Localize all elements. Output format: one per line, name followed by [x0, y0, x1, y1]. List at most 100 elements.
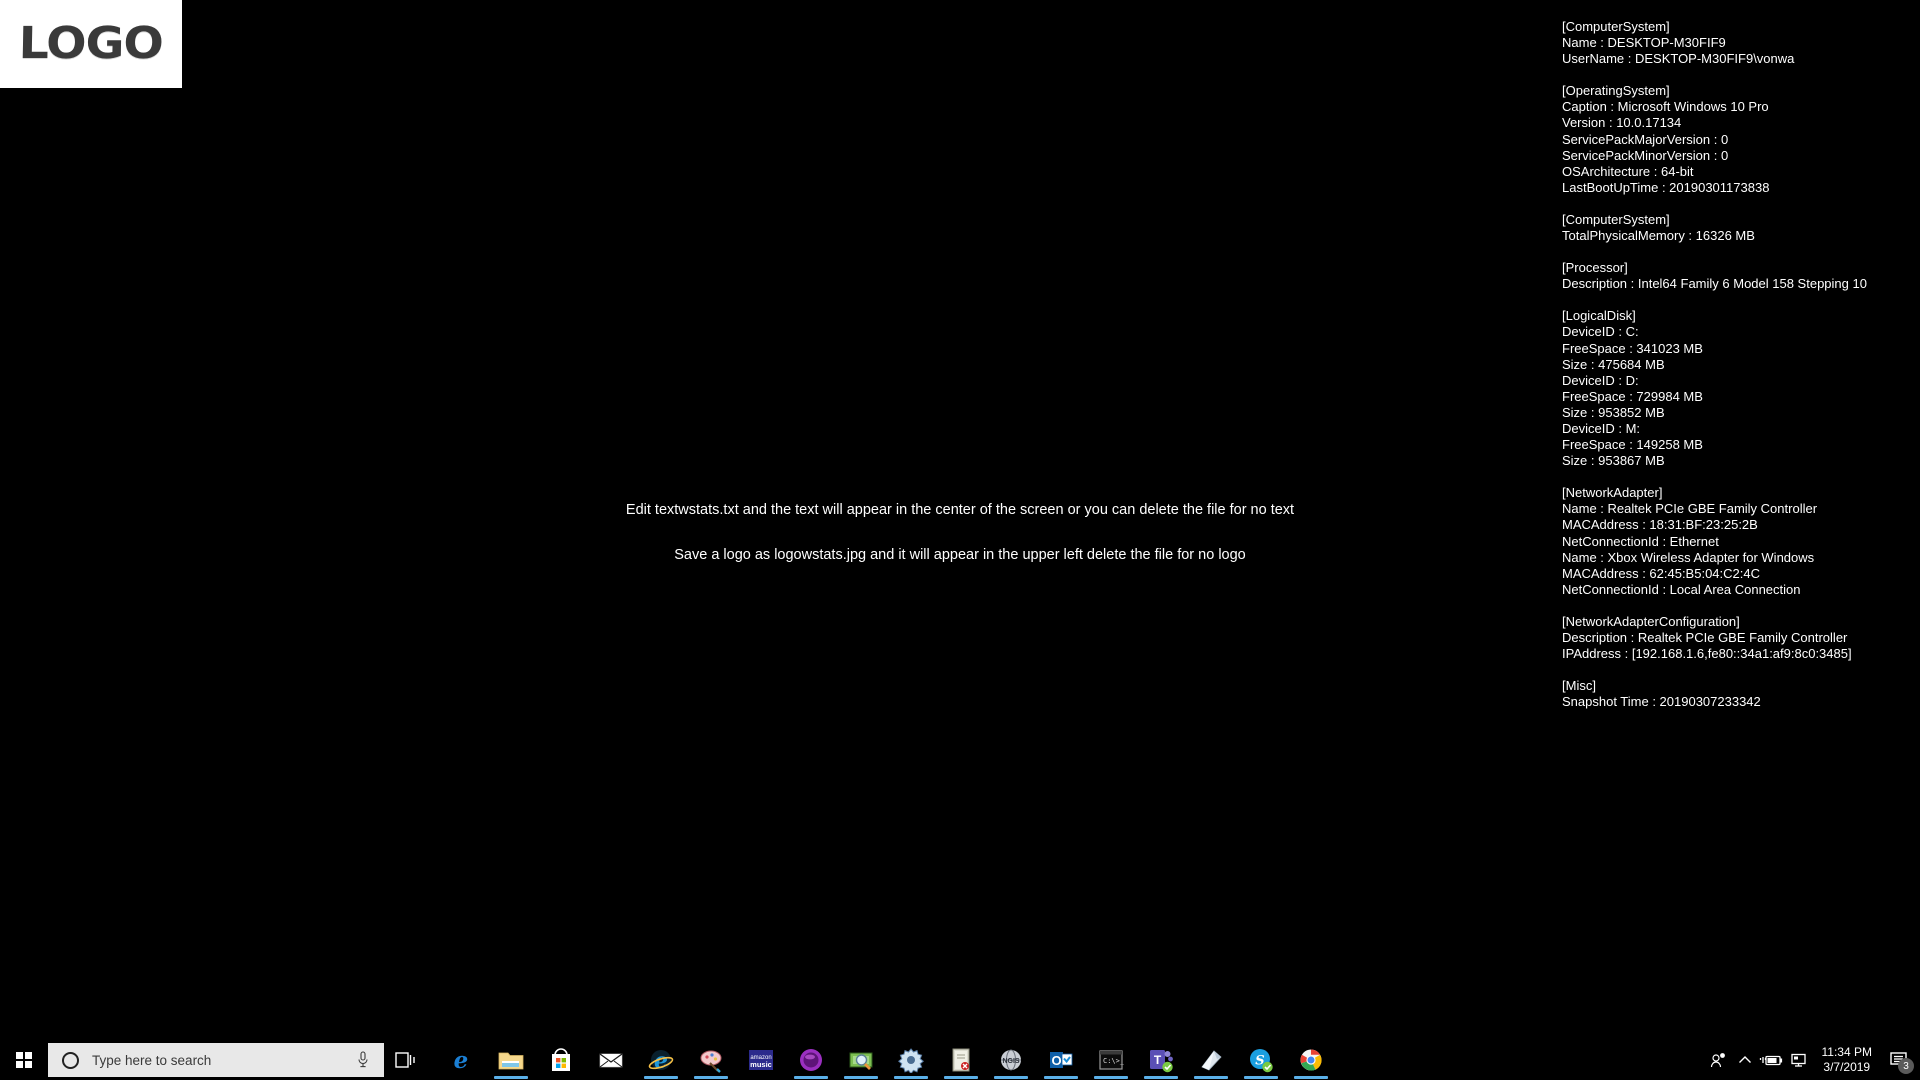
info-row: UserName : DESKTOP-M30FIF9\vonwa: [1562, 51, 1795, 67]
taskbar-app-internet-explorer[interactable]: e: [641, 1040, 681, 1080]
info-row: FreeSpace : 149258 MB: [1562, 437, 1703, 453]
info-row: Name : Realtek PCIe GBE Family Controlle…: [1562, 501, 1818, 517]
show-hidden-icons-chevron-up-icon[interactable]: [1732, 1040, 1758, 1080]
info-row: MACAddress : 18:31:BF:23:25:2B: [1562, 517, 1758, 533]
purple-orb-app-icon: [798, 1047, 824, 1073]
info-section-header: [ComputerSystem]: [1562, 211, 1670, 227]
info-section: [Processor] Description : Intel64 Family …: [1562, 260, 1918, 292]
info-row: Caption : Microsoft Windows 10 Pro: [1562, 99, 1769, 115]
outlook-icon: O: [1048, 1047, 1074, 1073]
action-center-button[interactable]: 3: [1882, 1040, 1916, 1080]
info-row: TotalPhysicalMemory : 16326 MB: [1562, 228, 1755, 244]
command-prompt-icon: C:\>_: [1098, 1047, 1124, 1073]
notification-count-badge: 3: [1898, 1058, 1914, 1074]
info-row: Size : 475684 MB: [1562, 356, 1665, 372]
info-row: Description : Realtek PCIe GBE Family Co…: [1562, 630, 1848, 645]
onenote-icon: [1198, 1047, 1224, 1073]
taskbar-app-money-search-app[interactable]: [841, 1040, 881, 1080]
info-section: [Misc] Snapshot Time : 20190307233342: [1562, 678, 1918, 710]
info-section: [OperatingSystem] Caption : Microsoft Win…: [1562, 83, 1918, 196]
taskbar-app-microsoft-teams[interactable]: T: [1141, 1040, 1181, 1080]
info-row: MACAddress : 62:45:B5:04:C2:4C: [1562, 565, 1760, 581]
svg-text:music: music: [750, 1060, 772, 1069]
taskbar: Type here to search e e amazon music NGIS O C:…: [0, 1040, 1920, 1080]
info-row: OSArchitecture : 64-bit: [1562, 163, 1694, 179]
system-info-panel: [ComputerSystem] Name : DESKTOP-M30FIF9 Us…: [1562, 19, 1918, 726]
info-row: Size : 953867 MB: [1562, 453, 1665, 469]
microsoft-store-icon: [548, 1047, 574, 1073]
info-section: [LogicalDisk] DeviceID : C: FreeSpace : 34…: [1562, 308, 1918, 469]
microphone-icon[interactable]: [356, 1051, 370, 1069]
taskbar-app-paint[interactable]: [691, 1040, 731, 1080]
taskbar-app-google-chrome[interactable]: [1291, 1040, 1331, 1080]
money-search-app-icon: [848, 1047, 874, 1073]
paint-icon: [698, 1047, 724, 1073]
info-row: LastBootUpTime : 20190301173838: [1562, 179, 1770, 195]
skype-icon: S: [1248, 1047, 1274, 1073]
svg-text:e: e: [454, 1047, 469, 1073]
search-box[interactable]: Type here to search: [48, 1043, 384, 1077]
svg-text:NGIS: NGIS: [1002, 1058, 1019, 1065]
task-view-button[interactable]: [384, 1040, 428, 1080]
info-row: Name : DESKTOP-M30FIF9: [1562, 35, 1726, 51]
google-chrome-icon: [1298, 1047, 1324, 1073]
taskbar-app-mail[interactable]: [591, 1040, 631, 1080]
taskbar-app-purple-orb-app[interactable]: [791, 1040, 831, 1080]
info-row: FreeSpace : 729984 MB: [1562, 388, 1703, 404]
internet-explorer-icon: e: [648, 1047, 674, 1073]
info-section: [NetworkAdapter] Name : Realtek PCIe GBE …: [1562, 485, 1918, 598]
microsoft-edge-icon: e: [448, 1047, 474, 1073]
microsoft-teams-icon: T: [1148, 1047, 1174, 1073]
taskbar-app-microsoft-edge[interactable]: e: [441, 1040, 481, 1080]
taskbar-app-amazon-music[interactable]: amazon music: [741, 1040, 781, 1080]
taskbar-app-outlook[interactable]: O: [1041, 1040, 1081, 1080]
manual-book-app-icon: [948, 1047, 974, 1073]
info-row: FreeSpace : 341023 MB: [1562, 340, 1703, 356]
svg-text:C:\>_: C:\>_: [1103, 1057, 1124, 1065]
info-section-header: [ComputerSystem]: [1562, 19, 1670, 34]
info-row: Description : Intel64 Family 6 Model 158…: [1562, 276, 1867, 292]
svg-text:O: O: [1051, 1053, 1061, 1068]
windows-logo-icon: [15, 1051, 33, 1069]
info-section-header: [NetworkAdapter]: [1562, 485, 1663, 501]
clock-time: 11:34 PM: [1821, 1045, 1872, 1059]
network-display-icon[interactable]: [1784, 1040, 1810, 1080]
clock-date: 3/7/2019: [1823, 1060, 1871, 1074]
taskbar-app-microsoft-store[interactable]: [541, 1040, 581, 1080]
task-view-icon: [395, 1052, 415, 1068]
taskbar-app-skype[interactable]: S: [1241, 1040, 1281, 1080]
info-section-header: [NetworkAdapterConfiguration]: [1562, 613, 1740, 629]
taskbar-app-globe-app[interactable]: NGIS: [991, 1040, 1031, 1080]
info-row: NetConnectionId : Local Area Connection: [1562, 581, 1801, 597]
search-input[interactable]: Type here to search: [92, 1053, 356, 1068]
battery-charging-icon[interactable]: [1758, 1040, 1784, 1080]
info-row: IPAddress : [192.168.1.6,fe80::34a1:af9:…: [1562, 646, 1852, 662]
svg-text:T: T: [1154, 1053, 1162, 1067]
info-row: DeviceID : C:: [1562, 324, 1639, 340]
taskbar-app-manual-book-app[interactable]: [941, 1040, 981, 1080]
info-row: Snapshot Time : 20190307233342: [1562, 694, 1761, 710]
info-row: DeviceID : D:: [1562, 372, 1639, 388]
desktop-logo: LOGO: [0, 0, 182, 88]
info-section: [ComputerSystem] TotalPhysicalMemory : 16…: [1562, 212, 1918, 244]
people-icon[interactable]: [1706, 1040, 1732, 1080]
taskbar-app-file-explorer[interactable]: [491, 1040, 531, 1080]
settings-gear-app-icon: [898, 1047, 924, 1073]
info-row: Name : Xbox Wireless Adapter for Windows: [1562, 549, 1815, 565]
clock[interactable]: 11:34 PM 3/7/2019: [1822, 1045, 1872, 1075]
info-row: Size : 953852 MB: [1562, 404, 1665, 420]
info-row: ServicePackMinorVersion : 0: [1562, 147, 1729, 163]
pinned-apps: e e amazon music NGIS O C:\>_ T S: [436, 1040, 1336, 1080]
info-row: Version : 10.0.17134: [1562, 115, 1682, 131]
amazon-music-icon: amazon music: [748, 1047, 774, 1073]
taskbar-app-command-prompt[interactable]: C:\>_: [1091, 1040, 1131, 1080]
logo-text: LOGO: [18, 18, 164, 69]
info-row: ServicePackMajorVersion : 0: [1562, 131, 1729, 147]
start-button[interactable]: [0, 1040, 48, 1080]
taskbar-app-onenote[interactable]: [1191, 1040, 1231, 1080]
info-section: [NetworkAdapterConfiguration] Description…: [1562, 614, 1918, 662]
info-row: NetConnectionId : Ethernet: [1562, 533, 1719, 549]
info-section-header: [OperatingSystem]: [1562, 83, 1670, 99]
taskbar-app-settings-gear-app[interactable]: [891, 1040, 931, 1080]
mail-icon: [598, 1047, 624, 1073]
